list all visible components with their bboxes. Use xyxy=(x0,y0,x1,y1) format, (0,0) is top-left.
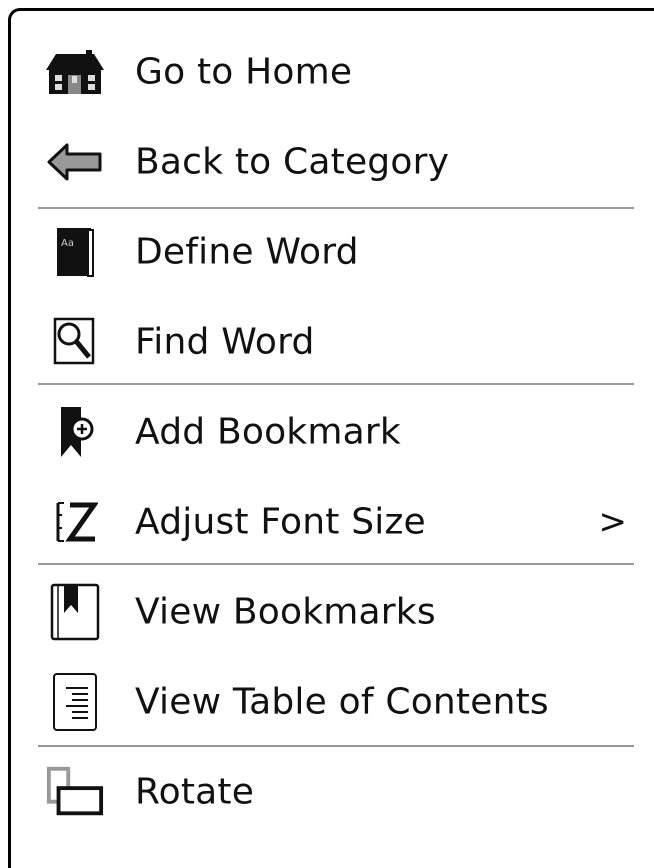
back-arrow-icon xyxy=(45,132,105,192)
menu-separator xyxy=(38,745,634,747)
menu-item-go-to-home[interactable]: Go to Home xyxy=(11,29,654,115)
menu-item-label: Rotate xyxy=(135,771,255,813)
table-of-contents-icon xyxy=(45,672,105,732)
menu-item-rotate[interactable]: Rotate xyxy=(11,749,654,835)
menu-item-label: Back to Category xyxy=(135,141,450,183)
font-size-icon xyxy=(45,492,105,552)
menu-item-define-word[interactable]: Aa Define Word xyxy=(11,209,654,295)
bookmarks-icon xyxy=(45,582,105,642)
menu-item-find-word[interactable]: Find Word xyxy=(11,299,654,385)
menu-item-label: Adjust Font Size xyxy=(135,501,426,543)
context-menu: Go to Home Back to Category Aa Define Wo… xyxy=(8,8,654,868)
svg-text:Aa: Aa xyxy=(61,238,74,249)
rotate-icon xyxy=(45,762,105,822)
find-icon xyxy=(45,312,105,372)
home-icon xyxy=(45,42,105,102)
menu-item-adjust-font-size[interactable]: Adjust Font Size > xyxy=(11,479,654,565)
dictionary-icon: Aa xyxy=(45,222,105,282)
menu-item-label: Find Word xyxy=(135,321,315,363)
menu-item-label: Add Bookmark xyxy=(135,411,401,453)
menu-item-label: View Bookmarks xyxy=(135,591,436,633)
add-bookmark-icon xyxy=(45,402,105,462)
menu-item-add-bookmark[interactable]: Add Bookmark xyxy=(11,389,654,475)
submenu-arrow: > xyxy=(598,502,628,542)
menu-item-label: Go to Home xyxy=(135,51,353,93)
menu-item-view-bookmarks[interactable]: View Bookmarks xyxy=(11,569,654,655)
menu-separator xyxy=(38,383,634,385)
menu-separator xyxy=(38,563,634,565)
menu-item-back-to-category[interactable]: Back to Category xyxy=(11,119,654,205)
menu-item-label: View Table of Contents xyxy=(135,681,549,723)
menu-item-label: Define Word xyxy=(135,231,359,273)
menu-item-view-table-of-contents[interactable]: View Table of Contents xyxy=(11,659,654,745)
